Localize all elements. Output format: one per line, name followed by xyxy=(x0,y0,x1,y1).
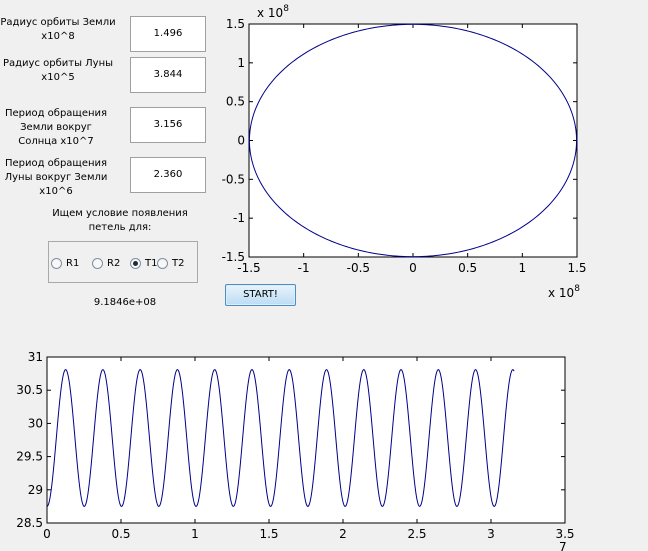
orbit-y-tick-label: 0.5 xyxy=(226,95,245,109)
orbit-x-tick-label: 1.5 xyxy=(567,261,586,275)
wave-x-tick-label: 3 xyxy=(487,527,495,541)
orbit-x-tick-label: -1 xyxy=(298,261,310,275)
orbit-y-exponent: x 108 xyxy=(257,4,289,20)
wave-x-tick-label: 2.5 xyxy=(407,527,426,541)
orbit-x-exponent: x 108 xyxy=(548,284,580,300)
orbit-y-tick-label: -1 xyxy=(233,211,245,225)
orbit-x-tick-label: 0 xyxy=(409,261,417,275)
wave-y-tick-label: 30 xyxy=(28,416,43,430)
orbit-y-tick-label: 0 xyxy=(237,134,245,148)
wave-y-tick-label: 29.5 xyxy=(16,450,43,464)
charts-canvas: -1.5 -1 -0.5 0 0.5 1 1.51.510.50-0.5-1-1.5 x 1… xyxy=(16,4,587,551)
wave-x-tick-label: 0.5 xyxy=(111,527,130,541)
wave-x-tick-label: 0 xyxy=(43,527,51,541)
wave-x-tick-label: 3.5 xyxy=(555,527,574,541)
wave-y-tick-label: 30.5 xyxy=(16,383,43,397)
orbit-y-tick-label: 1.5 xyxy=(226,17,245,31)
wave-x-tick-label: 2 xyxy=(339,527,347,541)
orbit-plot-area xyxy=(248,23,578,258)
wave-y-tick-label: 28.5 xyxy=(16,516,43,530)
wave-y-tick-label: 29 xyxy=(28,483,43,497)
wave-chart: 0 0.5 1 1.5 2 2.5 3 3.5 31 30.5 30 29.5 29 28.5 7 xyxy=(16,350,574,551)
orbit-y-tick-label: 1 xyxy=(237,56,245,70)
orbit-chart: -1.5 -1 -0.5 0 0.5 1 1.51.510.50-0.5-1-1.5 x 1… xyxy=(222,4,587,300)
wave-x-tick-label: 1.5 xyxy=(259,527,278,541)
orbit-x-tick-label: -0.5 xyxy=(347,261,370,275)
wave-y-tick-label: 31 xyxy=(28,350,43,364)
wave-x-tick-label: 1 xyxy=(191,527,199,541)
orbit-y-tick-label: -1.5 xyxy=(222,250,245,264)
orbit-x-tick-label: 0.5 xyxy=(458,261,477,275)
orbit-x-tick-label: 1 xyxy=(519,261,527,275)
wave-x-exponent: 7 xyxy=(559,540,567,551)
orbit-y-tick-label: -0.5 xyxy=(222,172,245,186)
